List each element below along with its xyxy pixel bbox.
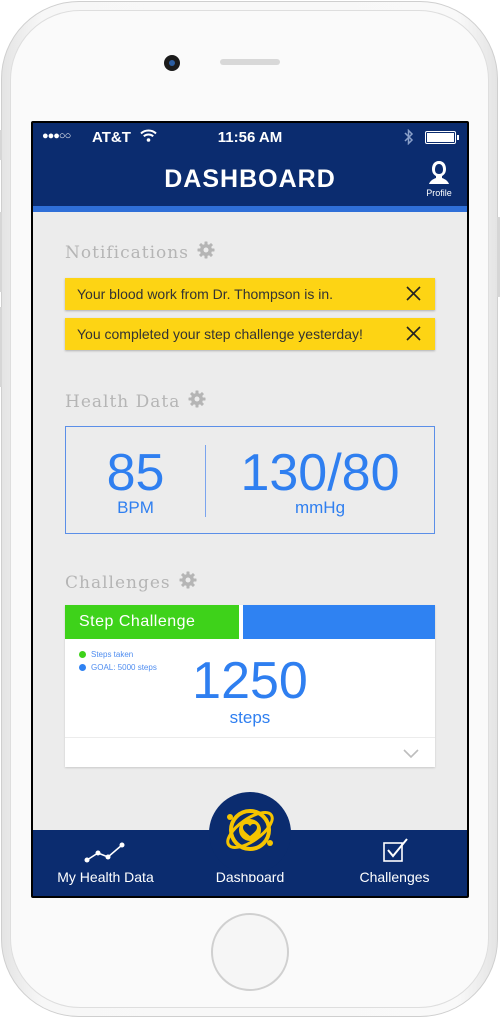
profile-icon [426, 161, 452, 189]
clock-time: 11:56 AM [217, 129, 283, 146]
health-data-settings-icon[interactable] [188, 390, 206, 413]
profile-button[interactable]: Profile [423, 159, 455, 198]
legend-goal: GOAL: 5000 steps [79, 663, 157, 672]
dashboard-center-button[interactable] [209, 792, 291, 874]
tab-my-health-data[interactable]: My Health Data [33, 830, 178, 896]
legend-label: GOAL: 5000 steps [91, 663, 157, 672]
health-data-title: Health Data [65, 391, 181, 412]
step-challenge-title: Step Challenge [79, 613, 196, 630]
steps-count: 1250 [192, 652, 308, 710]
home-button[interactable] [211, 913, 289, 991]
volume-down-button [0, 307, 2, 387]
phone-screen: ●●●○○ AT&T 11:56 AM DASHBOARD Profile No… [31, 121, 469, 898]
close-icon[interactable] [406, 326, 421, 344]
status-bar: ●●●○○ AT&T 11:56 AM [33, 123, 467, 153]
notifications-heading: Notifications [65, 241, 215, 264]
steps-unit: steps [229, 708, 271, 727]
chevron-down-icon[interactable] [403, 746, 419, 764]
blood-pressure-value: 130/80 [240, 444, 400, 502]
challenges-settings-icon[interactable] [179, 571, 197, 594]
heart-rate-unit: BPM [117, 498, 154, 517]
legend-swatch [79, 651, 86, 658]
battery-icon [425, 131, 459, 144]
card-divider [65, 737, 435, 738]
legend-steps-taken: Steps taken [79, 650, 133, 659]
bluetooth-icon [404, 128, 414, 150]
earpiece-speaker [220, 59, 280, 65]
health-data-panel[interactable]: 85 BPM 130/80 mmHg [65, 426, 435, 534]
legend-label: Steps taken [91, 650, 134, 659]
notification-item[interactable]: Your blood work from Dr. Thompson is in. [65, 278, 435, 310]
step-challenge-progress-bar: Step Challenge [65, 605, 239, 639]
legend-swatch [79, 664, 86, 671]
notifications-settings-icon[interactable] [197, 241, 215, 264]
step-challenge-goal-bar [243, 605, 435, 639]
challenges-title: Challenges [65, 572, 171, 593]
notification-text: Your blood work from Dr. Thompson is in. [77, 286, 334, 302]
heart-rate-metric: 85 BPM [66, 447, 205, 517]
heart-orbit-icon [220, 800, 280, 865]
health-data-heading: Health Data [65, 390, 206, 413]
challenges-heading: Challenges [65, 571, 197, 594]
step-challenge-card[interactable]: Step Challenge Steps taken GOAL: 5000 st… [65, 605, 435, 767]
tab-label: My Health Data [57, 869, 154, 885]
volume-up-button [0, 212, 2, 292]
notifications-title: Notifications [65, 242, 189, 263]
tab-challenges[interactable]: Challenges [322, 830, 467, 896]
tab-label: Challenges [359, 869, 430, 885]
page-title: DASHBOARD [164, 165, 336, 193]
profile-label: Profile [426, 188, 452, 198]
line-chart-icon [84, 840, 126, 867]
heart-rate-value: 85 [106, 444, 165, 502]
app-viewport: ●●●○○ AT&T 11:56 AM DASHBOARD Profile No… [33, 123, 467, 896]
app-header: DASHBOARD Profile [33, 153, 467, 212]
notification-item[interactable]: You completed your step challenge yester… [65, 318, 435, 350]
notification-text: You completed your step challenge yester… [77, 326, 363, 342]
checkbox-icon [382, 837, 410, 866]
mute-switch [0, 130, 2, 160]
close-icon[interactable] [406, 286, 421, 304]
front-camera [164, 55, 180, 71]
blood-pressure-metric: 130/80 mmHg [206, 447, 434, 517]
